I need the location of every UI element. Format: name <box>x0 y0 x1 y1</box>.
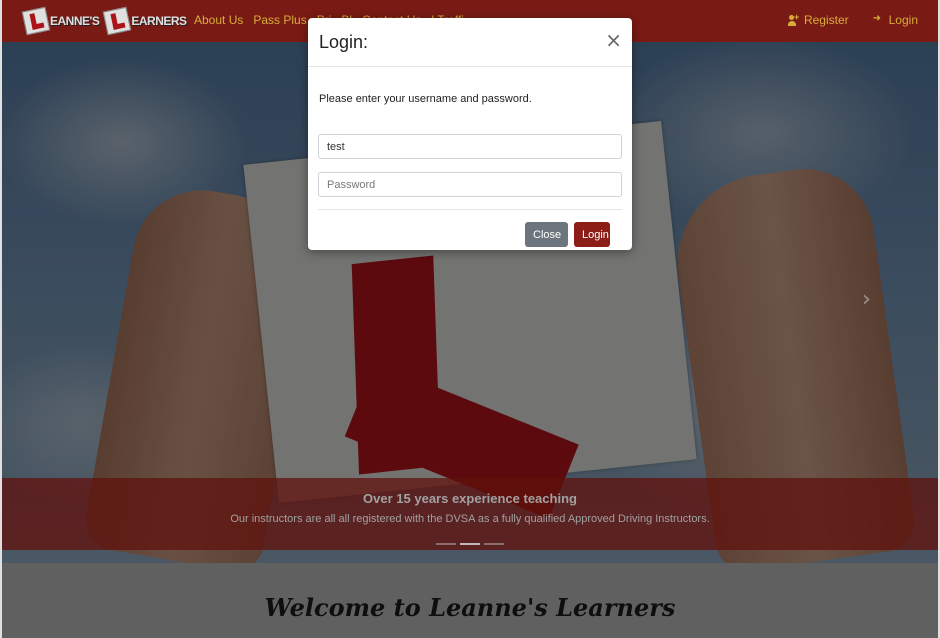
modal-header: Login: × <box>308 18 632 67</box>
username-field[interactable] <box>318 134 622 159</box>
modal-title: Login: <box>319 32 369 52</box>
password-field[interactable] <box>318 172 622 197</box>
modal-divider <box>318 209 622 210</box>
login-modal: Login: × Please enter your username and … <box>308 18 632 250</box>
login-button[interactable]: Login <box>574 222 610 247</box>
close-button[interactable]: Close <box>525 222 568 247</box>
close-icon[interactable]: × <box>605 30 622 50</box>
login-prompt: Please enter your username and password. <box>319 93 532 105</box>
